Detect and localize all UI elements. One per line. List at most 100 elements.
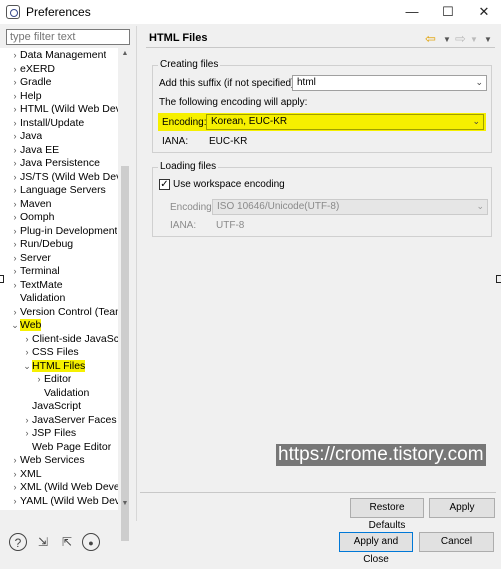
filter-input[interactable] — [6, 29, 130, 45]
tree-item[interactable]: › JSP Files — [22, 427, 77, 440]
tree-item[interactable]: ⌄Web — [10, 319, 42, 332]
chevron-right-icon[interactable]: › — [10, 144, 20, 157]
close-button[interactable]: ✕ — [467, 0, 501, 24]
maximize-button[interactable]: ☐ — [431, 0, 465, 24]
chevron-down-icon[interactable]: ⌄ — [10, 319, 20, 332]
preference-tree[interactable]: › Data Management › eXERD › Gradle › Help › HTML … — [0, 48, 118, 510]
chevron-right-icon[interactable]: › — [10, 481, 20, 494]
tree-item[interactable]: › Oomph — [10, 211, 55, 224]
tree-item[interactable]: › Editor — [34, 373, 72, 386]
chevron-right-icon[interactable]: › — [34, 373, 44, 386]
chevron-right-icon[interactable]: › — [22, 346, 32, 359]
chevron-right-icon[interactable]: › — [10, 306, 20, 319]
tree-item[interactable]: › Run/Debug — [10, 238, 74, 251]
chevron-right-icon[interactable]: › — [10, 130, 20, 143]
tree-item[interactable]: Web Page Editor — [22, 441, 111, 454]
tree-item-label: CSS Files — [32, 346, 79, 358]
tree-item[interactable]: ›HTML (Wild Web Develo — [10, 103, 119, 116]
tree-item[interactable]: › Gradle — [10, 76, 52, 89]
tree-item[interactable]: ›Client-side JavaScript — [22, 333, 119, 346]
tree-item[interactable]: ›JS/TS (Wild Web Develo — [10, 171, 119, 184]
chevron-right-icon[interactable]: › — [10, 238, 20, 251]
chevron-right-icon[interactable]: › — [10, 49, 20, 62]
chevron-right-icon[interactable]: › — [10, 265, 20, 278]
tree-item[interactable]: › Plug-in Development — [10, 225, 118, 238]
chevron-right-icon[interactable]: › — [10, 225, 20, 238]
help-icon[interactable]: ? — [9, 533, 27, 551]
chevron-right-icon[interactable]: › — [10, 252, 20, 265]
tree-item[interactable]: › Maven — [10, 198, 52, 211]
chevron-right-icon[interactable]: › — [10, 495, 20, 508]
chevron-right-icon[interactable]: › — [22, 414, 32, 427]
chevron-right-icon[interactable]: › — [22, 427, 32, 440]
chevron-right-icon[interactable]: › — [10, 117, 20, 130]
suffix-select[interactable]: html ⌄ — [292, 75, 487, 91]
restore-defaults-button[interactable]: Restore Defaults — [350, 498, 424, 531]
chevron-right-icon[interactable]: › — [10, 211, 20, 224]
tree-item[interactable]: › Version Control (Team) — [10, 306, 119, 319]
chevron-right-icon[interactable]: › — [10, 279, 20, 292]
tree-item[interactable]: › CSS Files — [22, 346, 79, 359]
import-icon[interactable]: ⇲ — [34, 533, 52, 551]
resize-handle[interactable] — [496, 275, 501, 283]
resize-handle-left[interactable] — [0, 275, 4, 283]
forward-arrow-icon[interactable]: ⇨ — [455, 31, 466, 47]
tree-item[interactable]: Validation — [34, 387, 89, 400]
cancel-button[interactable]: Cancel — [419, 532, 494, 552]
tree-item[interactable]: Validation — [10, 292, 65, 305]
view-menu-icon[interactable]: ▼ — [484, 35, 492, 44]
tree-item[interactable]: › Java Persistence — [10, 157, 100, 170]
pane-splitter[interactable] — [136, 26, 137, 521]
chevron-right-icon[interactable]: › — [10, 90, 20, 103]
chevron-right-icon[interactable]: › — [10, 468, 20, 481]
chevron-right-icon[interactable]: › — [10, 454, 20, 467]
record-icon[interactable]: ● — [82, 533, 100, 551]
encoding-select[interactable]: Korean, EUC-KR ⌄ — [206, 114, 484, 130]
header-separator — [146, 47, 495, 48]
tree-item[interactable]: › Install/Update — [10, 117, 85, 130]
workspace-encoding-checkbox[interactable]: ✓ — [159, 179, 170, 190]
tree-item[interactable]: JavaScript — [22, 400, 81, 413]
chevron-right-icon[interactable]: › — [10, 184, 20, 197]
apply-and-close-button[interactable]: Apply and Close — [339, 532, 413, 565]
tree-item[interactable]: ›YAML (Wild Web Develo — [10, 495, 119, 508]
tree-item[interactable]: › Help — [10, 90, 42, 103]
tree-item[interactable]: › Web Services — [10, 454, 85, 467]
apply-button[interactable]: Apply — [429, 498, 495, 518]
tree-item[interactable]: › XML — [10, 468, 42, 481]
forward-dropdown-icon[interactable]: ▼ — [470, 35, 478, 44]
tree-item[interactable]: › Terminal — [10, 265, 60, 278]
chevron-right-icon[interactable]: › — [10, 171, 20, 184]
chevron-right-icon[interactable]: › — [10, 63, 20, 76]
scroll-down-icon[interactable]: ▼ — [121, 500, 129, 508]
tree-item[interactable]: ›JavaServer Faces Too — [22, 414, 119, 427]
back-arrow-icon[interactable]: ⇦ — [425, 31, 436, 47]
tree-item-label: JavaScript — [32, 400, 82, 412]
export-icon[interactable]: ⇱ — [58, 533, 76, 551]
back-dropdown-icon[interactable]: ▼ — [443, 35, 451, 44]
chevron-right-icon[interactable]: › — [10, 103, 20, 116]
tree-item-label: Server — [20, 251, 51, 264]
tree-item[interactable]: ⌄HTML Files — [22, 359, 86, 373]
scroll-up-icon[interactable]: ▲ — [121, 50, 129, 58]
chevron-right-icon[interactable]: › — [10, 157, 20, 170]
tree-item[interactable]: › Language Servers — [10, 184, 106, 197]
tree-item[interactable]: › eXERD — [10, 63, 56, 76]
tree-item[interactable]: › Server — [10, 252, 51, 265]
tree-scrollbar[interactable]: ▲ ▼ — [119, 48, 131, 541]
chevron-right-icon[interactable]: › — [10, 76, 20, 89]
tree-item[interactable]: › Java EE — [10, 144, 60, 157]
tree-item[interactable]: › Java — [10, 130, 43, 143]
iana-label: IANA: — [162, 136, 189, 147]
scroll-thumb[interactable] — [121, 166, 129, 541]
minimize-button[interactable]: — — [395, 0, 429, 24]
loading-encoding-select[interactable]: ISO 10646/Unicode(UTF-8) ⌄ — [212, 199, 488, 215]
tree-item-label: Maven — [20, 197, 52, 210]
tree-item[interactable]: › Data Management — [10, 49, 107, 62]
chevron-right-icon[interactable]: › — [10, 198, 20, 211]
tree-item[interactable]: ›XML (Wild Web Develop — [10, 481, 119, 494]
chevron-right-icon[interactable]: › — [22, 333, 32, 346]
chevron-down-icon: ⌄ — [475, 77, 483, 87]
chevron-down-icon[interactable]: ⌄ — [22, 360, 32, 373]
tree-item[interactable]: › TextMate — [10, 279, 63, 292]
